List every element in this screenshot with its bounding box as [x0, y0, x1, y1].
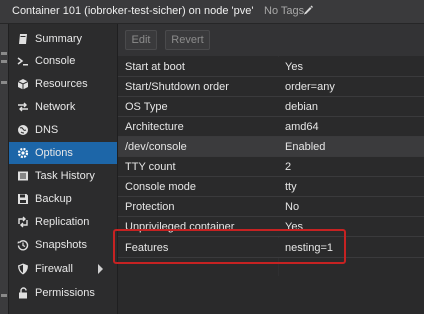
- retweet-icon: [18, 216, 28, 228]
- collapsed-tree-marker: [1, 294, 7, 297]
- resource-tree-edge[interactable]: [0, 24, 9, 314]
- sidebar-item-summary[interactable]: Summary: [9, 28, 117, 50]
- option-key: OS Type: [125, 101, 168, 113]
- revert-button[interactable]: Revert: [165, 30, 210, 50]
- book-icon: [19, 34, 27, 44]
- options-row[interactable]: /dev/console Enabled: [118, 137, 424, 157]
- sidebar-item-label: Replication: [35, 216, 90, 228]
- option-key: Start at boot: [125, 61, 185, 73]
- sidebar-item-label: Summary: [35, 33, 83, 45]
- options-row[interactable]: Architecture amd64: [118, 117, 424, 137]
- terminal-icon: [17, 57, 28, 66]
- toolbar: Edit Revert: [118, 24, 424, 56]
- option-value: 2: [285, 161, 292, 173]
- option-key: Architecture: [125, 121, 184, 133]
- options-row[interactable]: Start at boot Yes: [118, 57, 424, 77]
- floppy-icon: [18, 194, 28, 204]
- option-key: Start/Shutdown order: [125, 81, 229, 93]
- sidebar-item-dns[interactable]: DNS: [9, 119, 117, 141]
- option-value: debian: [285, 101, 319, 113]
- highlight-box: [113, 229, 346, 264]
- option-value: amd64: [285, 121, 319, 133]
- sidebar-item-label: Snapshots: [35, 239, 87, 251]
- option-value: order=any: [285, 81, 335, 93]
- option-key: Console mode: [125, 181, 196, 193]
- unlock-icon: [19, 287, 27, 299]
- sidebar-item-label: Firewall: [35, 263, 73, 275]
- options-row[interactable]: Console mode tty: [118, 177, 424, 197]
- sidebar-item-label: Task History: [35, 170, 95, 182]
- options-row[interactable]: TTY count 2: [118, 157, 424, 177]
- shield-icon: [18, 263, 28, 275]
- sidebar-item-label: Permissions: [35, 287, 95, 299]
- pencil-icon[interactable]: [303, 4, 313, 16]
- sidebar-item-firewall[interactable]: Firewall: [9, 258, 117, 280]
- option-key: /dev/console: [125, 141, 187, 153]
- collapsed-tree-marker: [1, 81, 7, 84]
- options-row[interactable]: OS Type debian: [118, 97, 424, 117]
- sidebar-item-snapshots[interactable]: Snapshots: [9, 234, 117, 256]
- options-row[interactable]: Protection No: [118, 197, 424, 217]
- options-panel: Edit Revert Start at boot Yes Start/Shut…: [118, 24, 424, 314]
- sidebar: Summary Console Resources Network DNS Op…: [9, 24, 118, 314]
- globe-icon: [18, 125, 28, 135]
- option-value: tty: [285, 181, 297, 193]
- sidebar-item-label: Network: [35, 101, 76, 113]
- sidebar-item-backup[interactable]: Backup: [9, 188, 117, 210]
- collapsed-tree-marker: [1, 52, 7, 55]
- sidebar-item-options[interactable]: Options: [9, 142, 117, 164]
- sidebar-item-console[interactable]: Console: [9, 50, 117, 72]
- sidebar-item-replication[interactable]: Replication: [9, 211, 117, 233]
- cube-icon: [17, 79, 29, 90]
- sidebar-item-resources[interactable]: Resources: [9, 73, 117, 95]
- collapsed-tree-marker: [1, 60, 7, 63]
- tags-label: No Tags: [264, 5, 305, 17]
- list-icon: [18, 171, 28, 181]
- history-icon: [17, 240, 29, 251]
- sidebar-item-label: Options: [35, 147, 73, 159]
- option-key: Protection: [125, 201, 175, 213]
- sidebar-item-label: Console: [35, 55, 76, 67]
- expand-arrow-icon[interactable]: [98, 264, 103, 274]
- network-icon: [18, 102, 28, 112]
- sidebar-item-label: DNS: [35, 124, 59, 136]
- title-bar: Container 101 (iobroker-test-sicher) on …: [0, 0, 424, 24]
- gear-icon: [17, 147, 29, 159]
- sidebar-item-task-history[interactable]: Task History: [9, 165, 117, 187]
- options-row[interactable]: Start/Shutdown order order=any: [118, 77, 424, 97]
- sidebar-item-label: Resources: [35, 78, 88, 90]
- option-key: TTY count: [125, 161, 176, 173]
- sidebar-item-permissions[interactable]: Permissions: [9, 282, 117, 304]
- sidebar-item-label: Backup: [35, 193, 72, 205]
- option-value: Enabled: [285, 141, 326, 153]
- option-value: No: [285, 201, 300, 213]
- option-value: Yes: [285, 61, 303, 73]
- page-title: Container 101 (iobroker-test-sicher) on …: [12, 5, 254, 17]
- sidebar-item-network[interactable]: Network: [9, 96, 117, 118]
- edit-button[interactable]: Edit: [125, 30, 157, 50]
